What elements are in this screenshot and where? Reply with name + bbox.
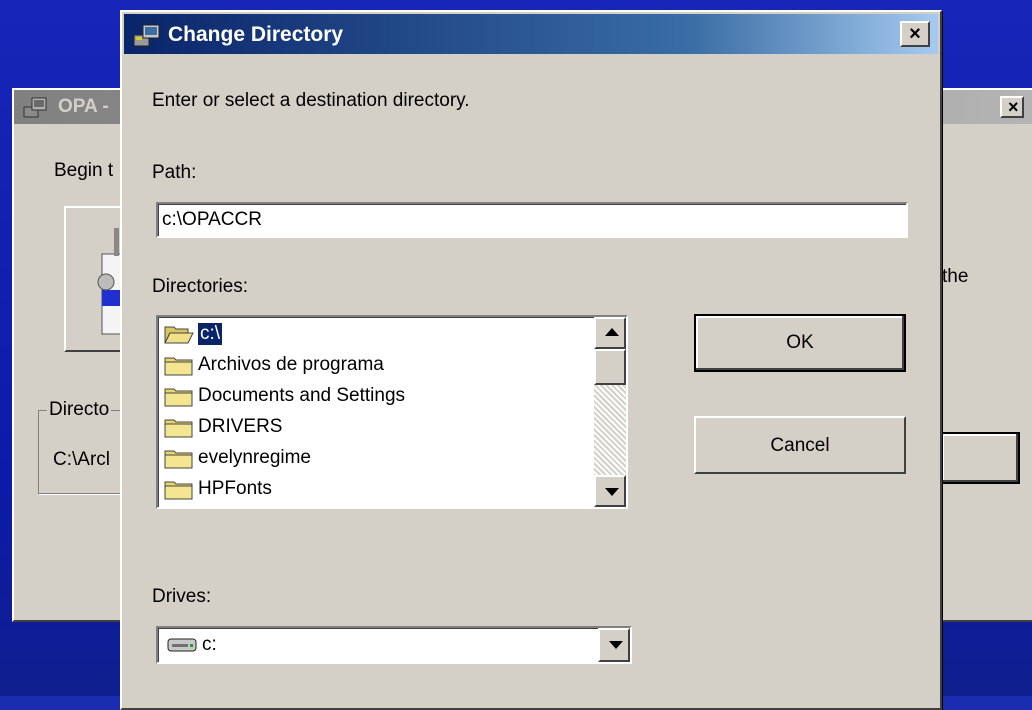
background-side-text: the: [942, 266, 969, 287]
list-item[interactable]: Documents and Settings: [164, 381, 405, 411]
folder-icon: [164, 388, 193, 407]
dialog-title: Change Directory: [168, 23, 344, 46]
directory-label: DRIVERS: [198, 416, 283, 437]
background-window-close-button[interactable]: ×: [1000, 96, 1024, 118]
arrow-down-icon: [605, 488, 619, 496]
folder-open-icon: [164, 326, 194, 344]
drives-label: Drives:: [152, 586, 212, 607]
list-item[interactable]: Archivos de programa: [164, 350, 384, 380]
cancel-button[interactable]: Cancel: [694, 416, 906, 474]
ok-button[interactable]: OK: [694, 314, 906, 372]
folder-icon: [164, 481, 193, 500]
directory-label: HPFonts: [198, 478, 272, 499]
directory-label: Documents and Settings: [198, 385, 406, 406]
path-input[interactable]: [156, 202, 908, 238]
directories-scrollbar[interactable]: [594, 317, 626, 507]
folder-icon: [164, 419, 193, 438]
chevron-down-icon: [609, 641, 623, 649]
background-window-button[interactable]: [940, 432, 1020, 484]
directory-label: c:\: [198, 323, 223, 345]
list-item[interactable]: DRIVERS: [164, 412, 282, 442]
background-group-legend: Directo: [47, 399, 112, 421]
instruction-text: Enter or select a destination directory.: [152, 90, 470, 111]
directory-label: evelynregime: [198, 447, 311, 468]
list-item[interactable]: HPFonts: [164, 474, 272, 504]
scroll-down-button[interactable]: [594, 475, 626, 507]
background-window-title: OPA -: [58, 96, 109, 117]
background-begin-text: Begin t: [54, 160, 114, 181]
drive-value-text: c:: [202, 634, 217, 655]
drive-selected-value: c:: [166, 634, 217, 656]
directory-label: Archivos de programa: [198, 354, 384, 375]
setup-app-icon: [133, 24, 160, 47]
folder-icon: [164, 357, 193, 376]
arrow-up-icon: [605, 328, 619, 336]
setup-app-icon: [23, 97, 47, 118]
change-directory-dialog[interactable]: Change Directory × Enter or select a des…: [120, 10, 942, 710]
background-group-value: C:\Arcl: [53, 449, 110, 470]
drives-dropdown-button[interactable]: [598, 628, 630, 662]
folder-icon: [164, 450, 193, 469]
path-label: Path:: [152, 162, 197, 183]
dialog-titlebar[interactable]: Change Directory ×: [124, 14, 938, 54]
hard-drive-icon: [167, 638, 197, 652]
directories-list[interactable]: c:\ Archivos de programa Documents and S…: [156, 315, 628, 509]
scroll-up-button[interactable]: [594, 317, 626, 349]
scroll-thumb[interactable]: [594, 349, 626, 385]
list-item[interactable]: c:\: [164, 319, 223, 349]
dialog-close-button[interactable]: ×: [900, 21, 930, 47]
directories-label: Directories:: [152, 276, 249, 297]
list-item[interactable]: evelynregime: [164, 443, 311, 473]
drives-select[interactable]: c:: [156, 626, 632, 664]
